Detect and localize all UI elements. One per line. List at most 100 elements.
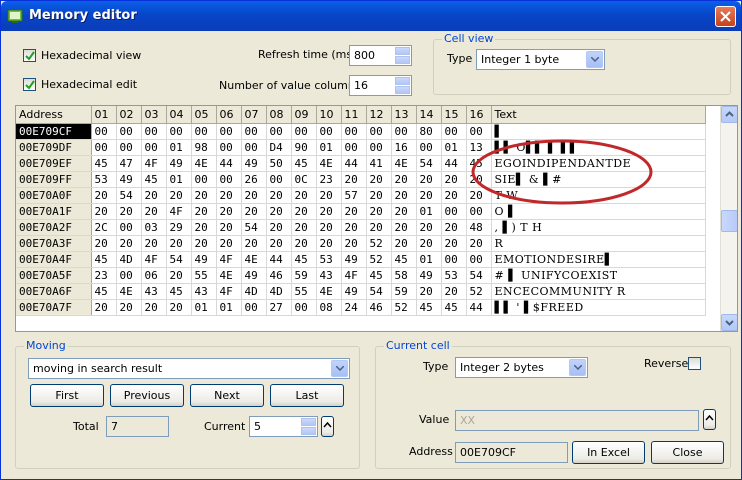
byte-cell[interactable]: 00: [266, 123, 292, 140]
moving-mode-select[interactable]: moving in search result: [28, 358, 350, 379]
byte-cell[interactable]: 00: [91, 123, 117, 140]
byte-cell[interactable]: 45: [91, 251, 117, 268]
spin-up-icon[interactable]: [395, 77, 410, 85]
byte-cell[interactable]: 20: [191, 235, 217, 252]
spin-up-icon[interactable]: [301, 418, 316, 426]
byte-cell[interactable]: 4E: [241, 251, 267, 268]
byte-cell[interactable]: 4F: [141, 251, 167, 268]
byte-cell[interactable]: 00: [366, 123, 392, 140]
byte-cell[interactable]: 45: [291, 251, 317, 268]
byte-cell[interactable]: 01: [166, 139, 192, 156]
byte-cell[interactable]: D4: [266, 139, 292, 156]
byte-cell[interactable]: 41: [366, 155, 392, 172]
byte-cell[interactable]: 80: [416, 123, 442, 140]
reverse-checkbox[interactable]: [688, 357, 701, 370]
byte-column-header[interactable]: 07: [241, 106, 267, 124]
byte-cell[interactable]: 00: [91, 139, 117, 156]
first-button[interactable]: First: [30, 384, 104, 407]
byte-column-header[interactable]: 15: [441, 106, 467, 124]
byte-cell[interactable]: 20: [416, 235, 442, 252]
byte-cell[interactable]: 06: [141, 267, 167, 284]
byte-cell[interactable]: 20: [391, 171, 417, 188]
byte-cell[interactable]: 20: [341, 219, 367, 236]
byte-cell[interactable]: 00: [291, 299, 317, 316]
byte-cell[interactable]: 20: [291, 219, 317, 236]
byte-cell[interactable]: 01: [191, 299, 217, 316]
next-button[interactable]: Next: [190, 384, 264, 407]
byte-cell[interactable]: 54: [466, 267, 492, 284]
row-text-cell[interactable]: , ▌) T H: [491, 219, 706, 236]
byte-column-header[interactable]: 13: [391, 106, 417, 124]
byte-cell[interactable]: 54: [366, 283, 392, 300]
byte-cell[interactable]: 00: [116, 219, 142, 236]
byte-cell[interactable]: 20: [391, 219, 417, 236]
byte-cell[interactable]: 43: [191, 283, 217, 300]
value-field[interactable]: XX: [455, 410, 699, 431]
byte-cell[interactable]: 23: [91, 267, 117, 284]
scroll-down-icon[interactable]: [721, 314, 737, 331]
byte-cell[interactable]: 44: [266, 251, 292, 268]
byte-cell[interactable]: 16: [391, 139, 417, 156]
byte-column-header[interactable]: 06: [216, 106, 242, 124]
byte-cell[interactable]: 45: [391, 251, 417, 268]
byte-cell[interactable]: 58: [391, 267, 417, 284]
byte-cell[interactable]: 20: [91, 203, 117, 220]
byte-cell[interactable]: 20: [241, 187, 267, 204]
byte-cell[interactable]: 20: [291, 187, 317, 204]
byte-cell[interactable]: 29: [166, 219, 192, 236]
byte-cell[interactable]: 20: [441, 235, 467, 252]
byte-cell[interactable]: 90: [291, 139, 317, 156]
current-cell-type-select[interactable]: Integer 2 bytes: [455, 357, 588, 378]
byte-cell[interactable]: 20: [316, 235, 342, 252]
byte-cell[interactable]: 20: [416, 219, 442, 236]
byte-cell[interactable]: 00: [216, 171, 242, 188]
in-excel-button[interactable]: In Excel: [572, 441, 645, 464]
byte-cell[interactable]: 59: [391, 283, 417, 300]
byte-cell[interactable]: 00: [141, 123, 167, 140]
byte-cell[interactable]: 4E: [191, 155, 217, 172]
byte-cell[interactable]: 45: [91, 283, 117, 300]
close-button[interactable]: Close: [651, 441, 724, 464]
row-address-cell[interactable]: 00E709DF: [16, 139, 92, 156]
table-row[interactable]: 00E70A7F 20 20 20 20 01 01 00 27 00 08 24 46 52 45 45 44…: [16, 299, 706, 316]
byte-cell[interactable]: 52: [391, 299, 417, 316]
byte-cell[interactable]: 2C: [91, 219, 117, 236]
byte-column-header[interactable]: 09: [291, 106, 317, 124]
byte-column-header[interactable]: 12: [366, 106, 392, 124]
row-text-cell[interactable]: ▌: [491, 123, 706, 140]
byte-cell[interactable]: 54: [241, 219, 267, 236]
byte-cell[interactable]: 20: [116, 203, 142, 220]
byte-cell[interactable]: 20: [91, 235, 117, 252]
table-row[interactable]: 00E709DF 00 00 00 01 98 00 00 D4 90 01 00 00 16 00 01 13…: [16, 139, 706, 156]
byte-cell[interactable]: 46: [366, 299, 392, 316]
byte-cell[interactable]: 44: [216, 155, 242, 172]
byte-cell[interactable]: 49: [241, 267, 267, 284]
byte-cell[interactable]: 53: [441, 267, 467, 284]
byte-cell[interactable]: 20: [91, 187, 117, 204]
byte-cell[interactable]: 23: [316, 171, 342, 188]
byte-cell[interactable]: 52: [466, 283, 492, 300]
row-text-cell[interactable]: O ▌: [491, 203, 706, 220]
table-row[interactable]: 00E70A2F 2C 00 03 29 20 20 54 20 20 20 20 20 20 20 20 48…: [16, 219, 706, 236]
byte-cell[interactable]: 20: [216, 187, 242, 204]
byte-column-header[interactable]: 11: [341, 106, 367, 124]
byte-cell[interactable]: 20: [366, 171, 392, 188]
row-text-cell[interactable]: ▌▌ ' ▌$FREED: [491, 299, 706, 316]
current-expand-button[interactable]: [321, 416, 334, 437]
byte-cell[interactable]: 55: [291, 283, 317, 300]
byte-cell[interactable]: 44: [466, 299, 492, 316]
byte-cell[interactable]: 45: [91, 155, 117, 172]
byte-cell[interactable]: 0C: [291, 171, 317, 188]
row-address-cell[interactable]: 00E70A4F: [16, 251, 92, 268]
byte-cell[interactable]: 59: [291, 267, 317, 284]
byte-cell[interactable]: 43: [141, 283, 167, 300]
byte-cell[interactable]: 20: [416, 187, 442, 204]
chevron-down-icon[interactable]: [569, 359, 586, 376]
byte-cell[interactable]: 49: [166, 155, 192, 172]
byte-cell[interactable]: 20: [91, 299, 117, 316]
byte-cell[interactable]: 4D: [241, 283, 267, 300]
hex-view-checkbox[interactable]: [23, 49, 36, 62]
byte-cell[interactable]: 4E: [391, 155, 417, 172]
byte-cell[interactable]: 20: [316, 219, 342, 236]
byte-cell[interactable]: 00: [116, 267, 142, 284]
